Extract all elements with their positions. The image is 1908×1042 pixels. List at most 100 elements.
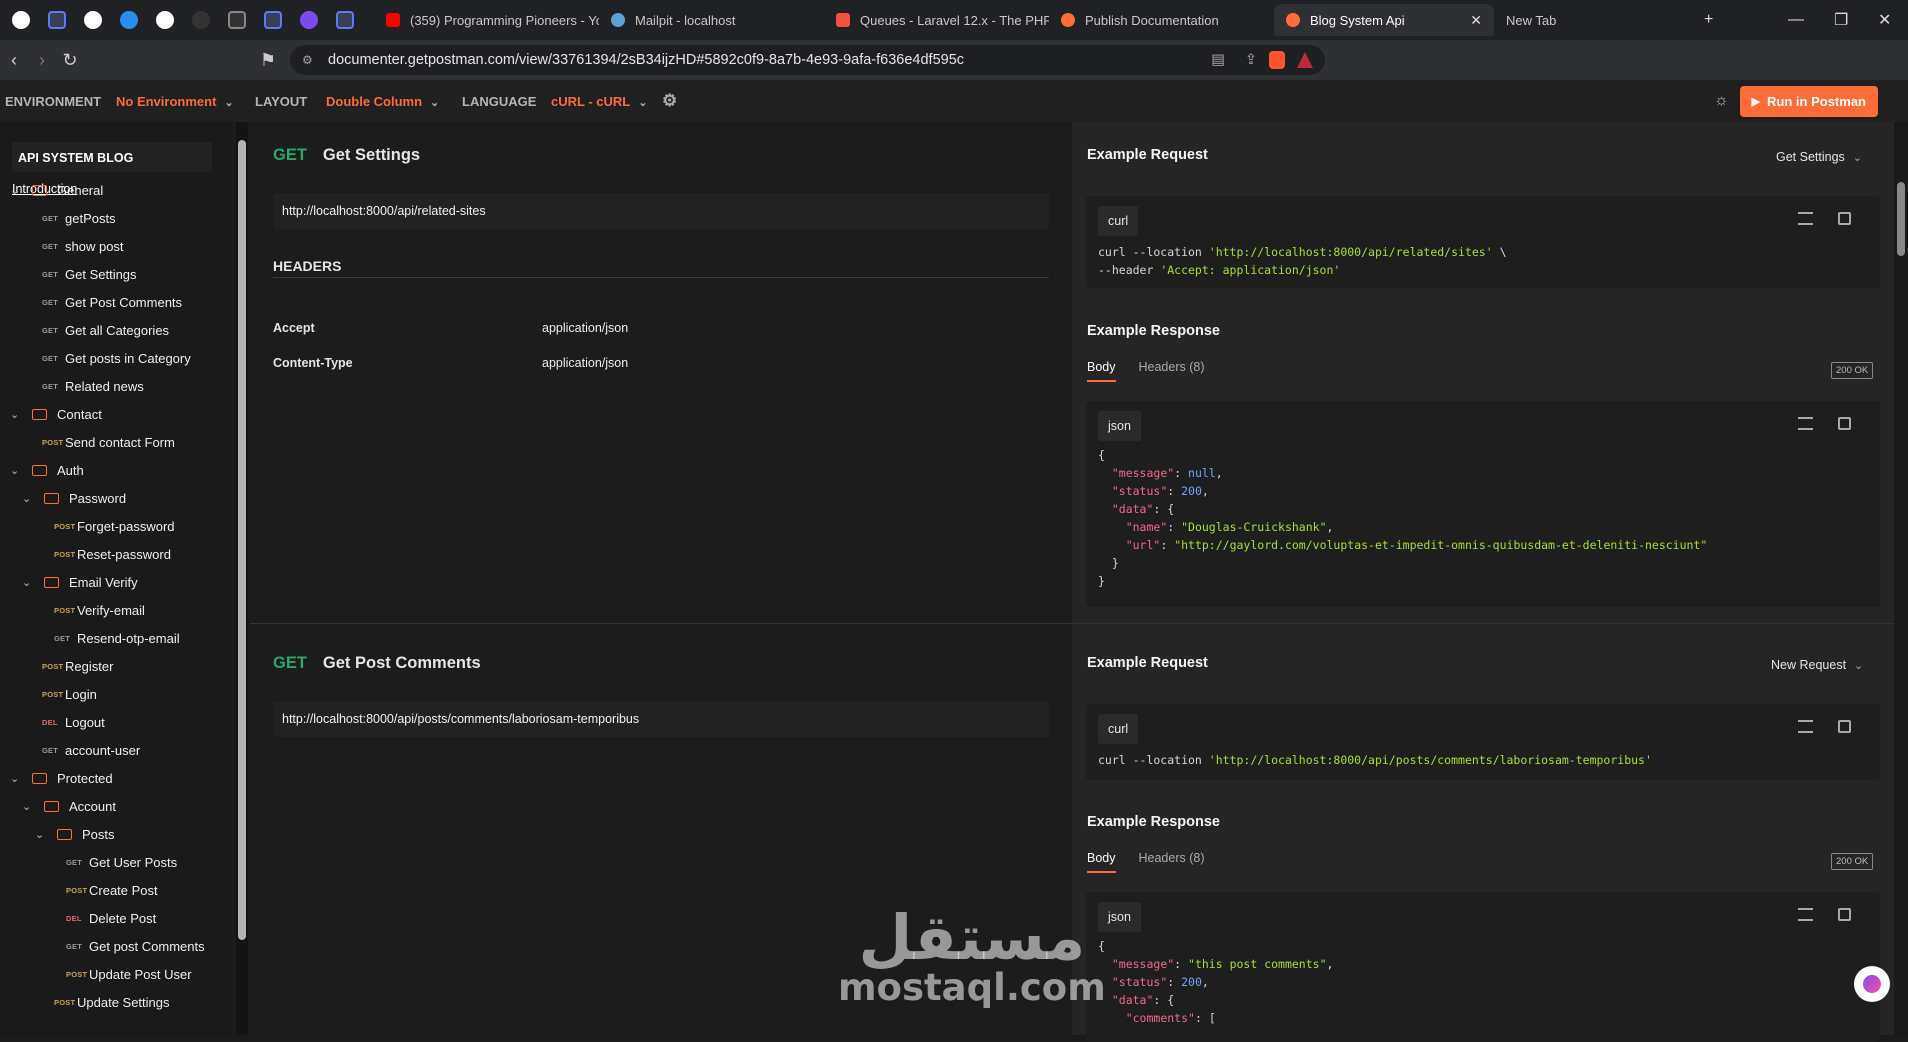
sidebar-folder[interactable]: ⌄ Contact bbox=[10, 403, 102, 425]
minimize-icon[interactable]: — bbox=[1788, 0, 1804, 40]
bookmark-icon[interactable]: ⚑ bbox=[254, 50, 282, 71]
pinned-tab-7-icon[interactable] bbox=[222, 5, 252, 35]
request-url: http://localhost:8000/api/posts/comments… bbox=[273, 701, 1049, 737]
sidebar-request[interactable]: GET Get Settings bbox=[42, 263, 137, 285]
theme-toggle-sun-icon[interactable]: ☼ bbox=[1714, 92, 1729, 110]
laravel-icon bbox=[836, 13, 850, 27]
pinned-tab-9-icon[interactable] bbox=[294, 5, 324, 35]
sidebar-request[interactable]: GET Get User Posts bbox=[66, 851, 177, 873]
request-heading: GET Get Settings bbox=[273, 146, 420, 165]
sidebar-request[interactable]: GET Get post Comments bbox=[66, 935, 205, 957]
sidebar-request[interactable]: POST Update Settings bbox=[54, 991, 170, 1013]
page-scrollbar[interactable] bbox=[1894, 122, 1908, 1035]
environment-select[interactable]: No Environment ⌄ bbox=[116, 94, 234, 109]
sidebar-folder[interactable]: ⌄ Email Verify bbox=[22, 571, 138, 593]
tab-publish-documentation[interactable]: Publish Documentation bbox=[1049, 4, 1274, 36]
chevron-down-icon: ⌄ bbox=[10, 408, 20, 421]
sidebar-request[interactable]: GET show post bbox=[42, 235, 124, 257]
sidebar: API SYSTEM BLOG Introduction ⌄ General GET… bbox=[0, 122, 232, 1035]
share-icon[interactable]: ⇪ bbox=[1245, 52, 1257, 68]
pinned-tab-10-icon[interactable] bbox=[330, 5, 360, 35]
wrap-lines-icon[interactable] bbox=[1798, 720, 1813, 733]
sidebar-folder[interactable]: ⌄ General bbox=[10, 179, 103, 201]
sidebar-request[interactable]: GET Resend-otp-email bbox=[54, 627, 180, 649]
wrap-lines-icon[interactable] bbox=[1798, 908, 1813, 921]
sidebar-request[interactable]: DEL Logout bbox=[42, 711, 105, 733]
sidebar-request[interactable]: DEL Delete Post bbox=[66, 907, 156, 929]
sidebar-item-label: Create Post bbox=[89, 882, 158, 898]
close-tab-icon[interactable]: ✕ bbox=[1458, 12, 1482, 29]
youtube-icon bbox=[386, 13, 400, 27]
tab-blog-system-api[interactable]: Blog System Api ✕ bbox=[1274, 4, 1494, 36]
request-method-badge: DEL bbox=[42, 717, 58, 727]
sidebar-request[interactable]: GET Related news bbox=[42, 375, 144, 397]
copy-icon[interactable] bbox=[1838, 417, 1851, 430]
sidebar-request[interactable]: POST Create Post bbox=[66, 879, 158, 901]
layout-label: LAYOUT bbox=[255, 93, 308, 109]
sidebar-request[interactable]: POST Login bbox=[42, 683, 97, 705]
upwork-icon[interactable] bbox=[186, 5, 216, 35]
brave-rewards-icon[interactable] bbox=[1297, 52, 1313, 68]
sidebar-request[interactable]: GET getPosts bbox=[42, 207, 116, 229]
sidebar-folder[interactable]: ⌄ Posts bbox=[35, 823, 115, 845]
settings-gear-icon[interactable]: ⚙ bbox=[662, 91, 677, 111]
sidebar-request[interactable]: POST Send contact Form bbox=[42, 431, 175, 453]
tab-laravel[interactable]: Queues - Laravel 12.x - The PHP F bbox=[824, 4, 1049, 36]
copy-icon[interactable] bbox=[1838, 212, 1851, 225]
forward-icon[interactable]: › bbox=[28, 50, 56, 71]
sidebar-request[interactable]: POST Reset-password bbox=[54, 543, 171, 565]
tab-body[interactable]: Body bbox=[1087, 851, 1116, 873]
tab-title: (359) Programming Pioneers - Yo bbox=[410, 12, 599, 28]
github-icon[interactable] bbox=[78, 5, 108, 35]
sidebar-request[interactable]: GET Get all Categories bbox=[42, 319, 169, 341]
sidebar-folder[interactable]: ⌄ Password bbox=[22, 487, 126, 509]
sidebar-request[interactable]: POST Verify-email bbox=[54, 599, 145, 621]
tab-body[interactable]: Body bbox=[1087, 360, 1116, 382]
sidebar-request[interactable]: POST Register bbox=[42, 655, 113, 677]
copy-icon[interactable] bbox=[1838, 720, 1851, 733]
back-icon[interactable]: ‹ bbox=[0, 50, 28, 71]
sidebar-request[interactable]: POST Update Post User bbox=[66, 963, 192, 985]
pinned-tab-1-icon[interactable] bbox=[6, 5, 36, 35]
url-input[interactable]: ⚙ documenter.getpostman.com/view/3376139… bbox=[290, 45, 1325, 75]
new-tab-button[interactable]: + bbox=[1704, 0, 1713, 40]
close-window-icon[interactable]: ✕ bbox=[1878, 0, 1891, 40]
example-select[interactable]: Get Settings ⌄ bbox=[1776, 150, 1862, 164]
pinned-tab-8-icon[interactable] bbox=[258, 5, 288, 35]
layout-select[interactable]: Double Column ⌄ bbox=[326, 94, 439, 109]
reload-icon[interactable]: ↻ bbox=[56, 50, 84, 71]
tab-mailpit[interactable]: Mailpit - localhost bbox=[599, 4, 824, 36]
sidebar-request[interactable]: GET Get posts in Category bbox=[42, 347, 191, 369]
sidebar-request[interactable]: GET account-user bbox=[42, 739, 140, 761]
notion-icon[interactable] bbox=[150, 5, 180, 35]
request-method-badge: POST bbox=[54, 549, 76, 559]
site-info-icon[interactable]: ⚙ bbox=[302, 53, 313, 67]
restore-icon[interactable]: ❐ bbox=[1834, 0, 1848, 40]
sidebar-scrollbar-thumb[interactable] bbox=[238, 140, 246, 940]
pinned-tab-4-icon[interactable] bbox=[114, 5, 144, 35]
page-scrollbar-thumb[interactable] bbox=[1897, 182, 1905, 256]
tab-new-tab[interactable]: New Tab bbox=[1494, 4, 1714, 36]
tab-youtube[interactable]: (359) Programming Pioneers - Yo bbox=[374, 4, 599, 36]
tab-headers[interactable]: Headers (8) bbox=[1139, 851, 1205, 873]
brave-shields-icon[interactable] bbox=[1269, 51, 1285, 69]
sidebar-request[interactable]: GET Get Post Comments bbox=[42, 291, 182, 313]
request-method-badge: GET bbox=[54, 633, 71, 643]
run-in-postman-button[interactable]: ▶ Run in Postman bbox=[1739, 86, 1878, 117]
copy-icon[interactable] bbox=[1838, 908, 1851, 921]
example-select[interactable]: New Request ⌄ bbox=[1771, 658, 1863, 672]
folder-icon bbox=[32, 464, 47, 476]
request-method-badge: POST bbox=[66, 885, 88, 895]
sidebar-folder[interactable]: ⌄ Protected bbox=[10, 767, 113, 789]
wrap-lines-icon[interactable] bbox=[1798, 212, 1813, 225]
sidebar-folder[interactable]: ⌄ Auth bbox=[10, 459, 84, 481]
pinned-tab-2-icon[interactable] bbox=[42, 5, 72, 35]
example-response-code: json { "message": "this post comments", … bbox=[1086, 892, 1880, 1042]
assistant-bubble-icon[interactable] bbox=[1854, 966, 1890, 1002]
reader-mode-icon[interactable]: ▤ bbox=[1211, 52, 1225, 68]
sidebar-folder[interactable]: ⌄ Account bbox=[22, 795, 116, 817]
language-select[interactable]: cURL - cURL ⌄ bbox=[551, 94, 647, 109]
wrap-lines-icon[interactable] bbox=[1798, 417, 1813, 430]
tab-headers[interactable]: Headers (8) bbox=[1139, 360, 1205, 382]
sidebar-request[interactable]: POST Forget-password bbox=[54, 515, 175, 537]
